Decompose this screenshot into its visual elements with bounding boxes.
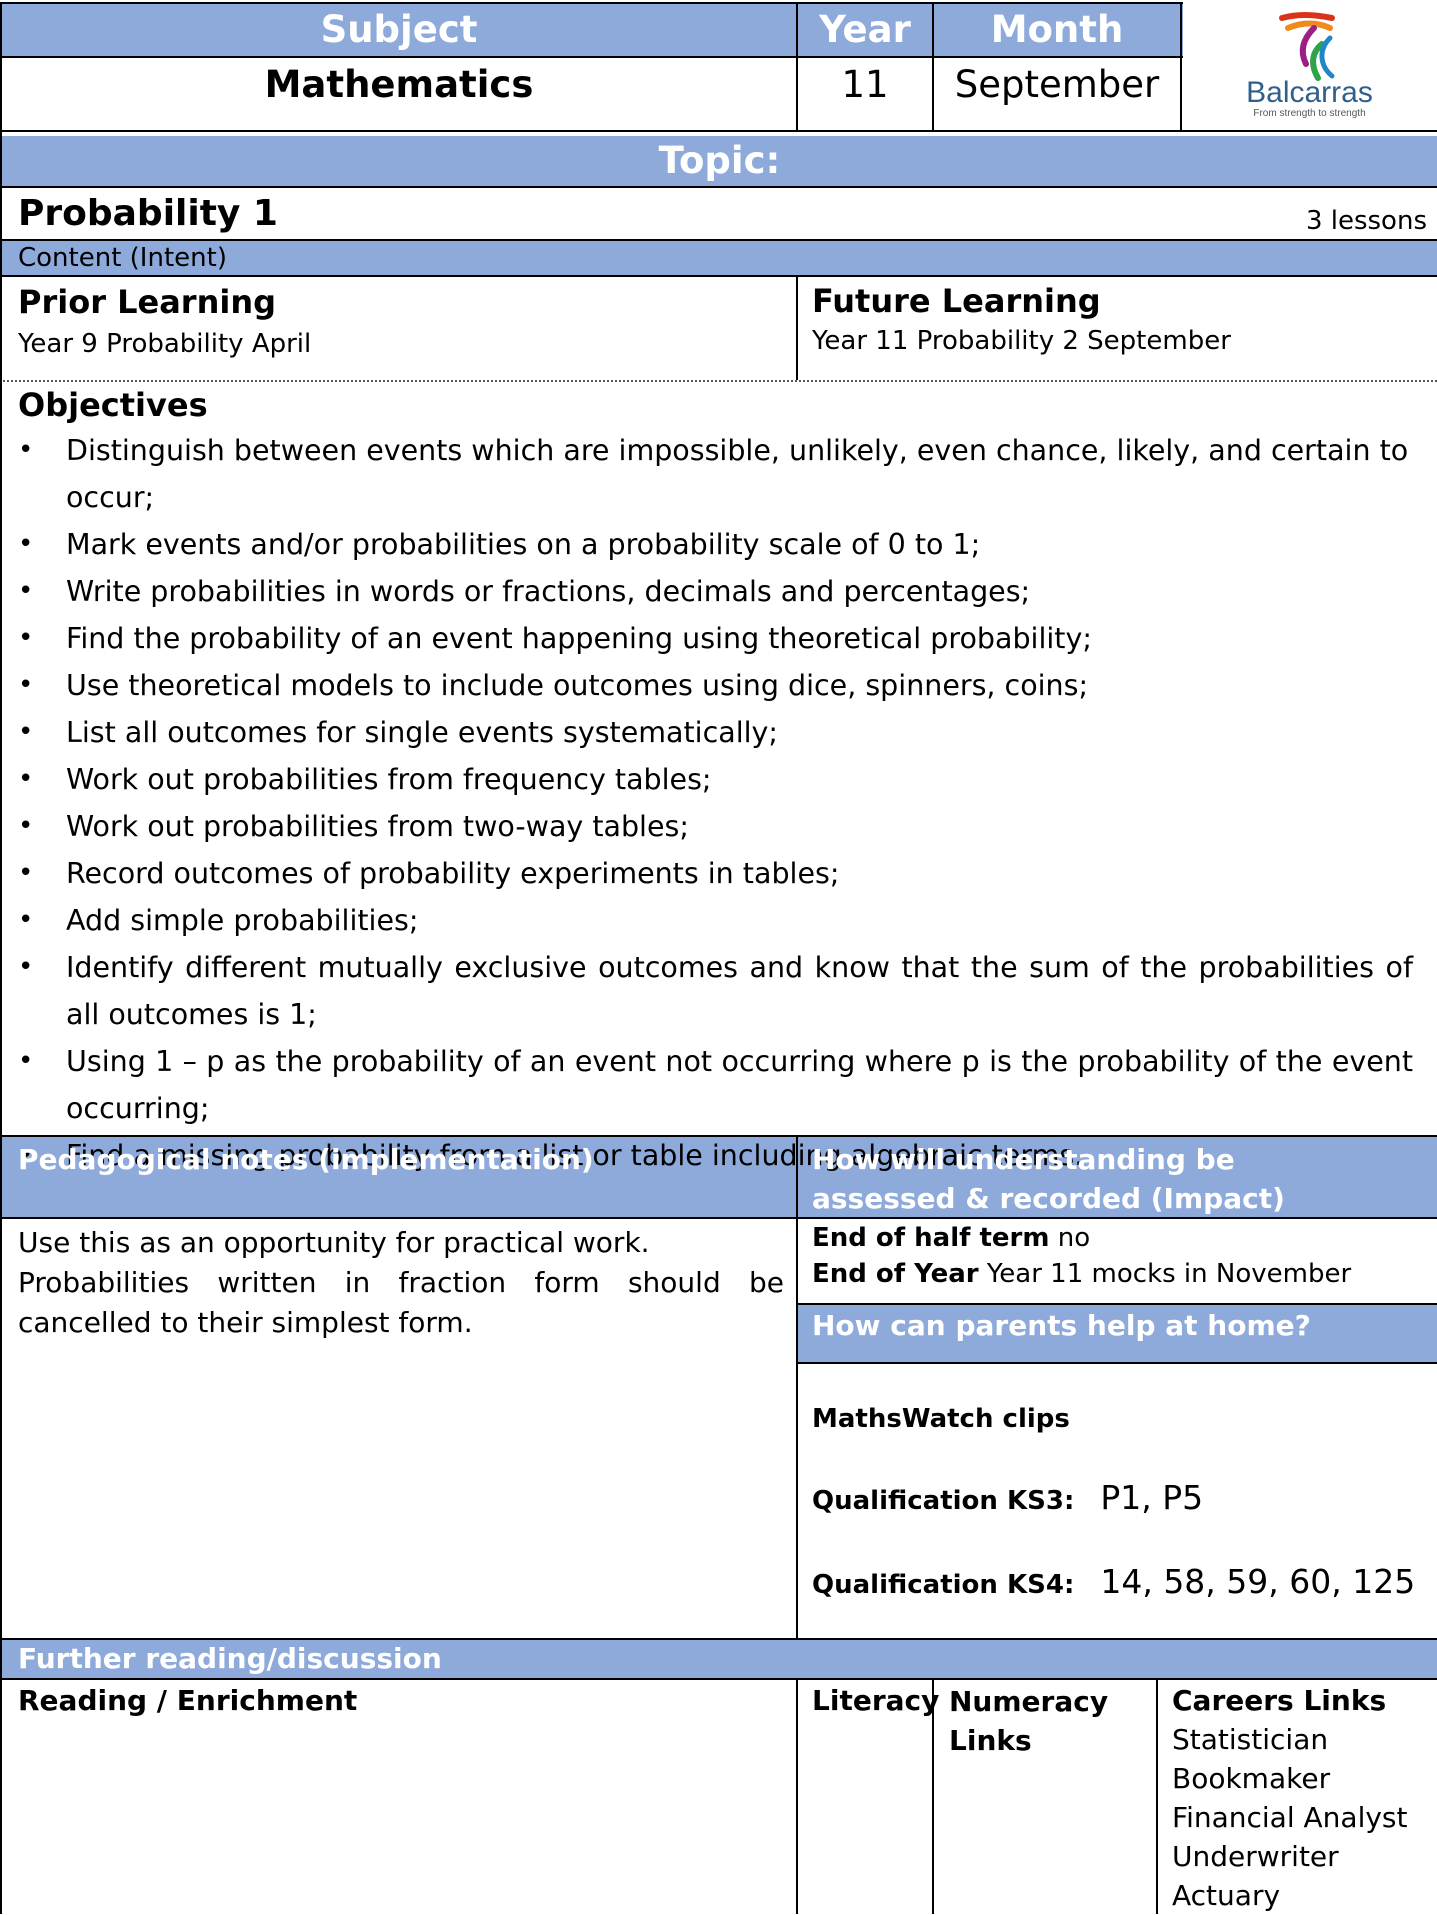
assessment-header: How will understanding be assessed & rec… [812, 1143, 1285, 1215]
reading-enrichment-label: Reading / Enrichment [18, 1684, 358, 1717]
logo-mark-icon [1279, 12, 1335, 81]
grid-line [0, 2, 2, 1914]
grid-line [797, 1303, 1437, 1305]
grid-line [0, 186, 1437, 188]
grid-line [797, 1362, 1437, 1364]
career-item: Actuary [1172, 1879, 1281, 1912]
content-intent-label: Content (Intent) [18, 243, 227, 273]
objective-item: List all outcomes for single events syst… [18, 709, 1413, 756]
careers-list: Statistician Bookmaker Financial Analyst… [1172, 1720, 1407, 1915]
career-item: Statistician [1172, 1723, 1329, 1756]
grid-line [796, 275, 798, 380]
career-item: Bookmaker [1172, 1762, 1331, 1795]
objective-item: Write probabilities in words or fraction… [18, 568, 1413, 615]
ks3-row: Qualification KS3: P1, P5 [812, 1476, 1203, 1526]
half-term-assessment: End of half term no [812, 1220, 1090, 1256]
ks4-label: Qualification KS4: [812, 1570, 1075, 1600]
ks4-clips: 14, 58, 59, 60, 125 [1100, 1562, 1416, 1601]
subject-header: Subject [320, 8, 478, 51]
grid-line [1156, 1678, 1158, 1914]
numeracy-links-label: Numeracy Links [949, 1685, 1109, 1757]
lesson-count: 3 lessons [1305, 206, 1427, 236]
prior-learning-label: Prior Learning [18, 283, 277, 321]
careers-links-label: Careers Links [1172, 1684, 1387, 1717]
future-learning-text: Year 11 Probability 2 September [812, 326, 1231, 356]
grid-line [796, 1135, 798, 1639]
objective-item: Mark events and/or probabilities on a pr… [18, 521, 1413, 568]
subject-value: Mathematics [264, 63, 534, 106]
year-header: Year [819, 8, 911, 51]
objectives-list: Distinguish between events which are imp… [18, 427, 1413, 1179]
objective-item: Identify different mutually exclusive ou… [18, 944, 1413, 1038]
further-reading-header: Further reading/discussion [18, 1642, 442, 1675]
ks3-label: Qualification KS3: [812, 1486, 1075, 1516]
ks3-clips: P1, P5 [1100, 1478, 1204, 1517]
ks4-row: Qualification KS4: 14, 58, 59, 60, 125 [812, 1560, 1415, 1610]
future-learning-label: Future Learning [812, 282, 1101, 320]
prior-learning-text: Year 9 Probability April [18, 329, 312, 359]
mathswatch-clips-label: MathsWatch clips [812, 1404, 1070, 1434]
school-logo: Balcarras From strength to strength [1182, 4, 1437, 128]
grid-line [0, 2, 1183, 4]
objectives-label: Objectives [18, 386, 208, 424]
dotted-divider [0, 380, 1437, 382]
pedagogy-header: Pedagogical notes (implementation) [18, 1143, 594, 1176]
literacy-label: Literacy [812, 1684, 940, 1717]
topic-title: Probability 1 [18, 193, 278, 234]
logo-name: Balcarras [1246, 76, 1373, 109]
career-item: Underwriter [1172, 1840, 1339, 1873]
objective-item: Distinguish between events which are imp… [18, 427, 1413, 521]
logo-tagline: From strength to strength [1253, 108, 1366, 119]
end-of-year-value: Year 11 mocks in November [986, 1259, 1352, 1289]
objective-item: Record outcomes of probability experimen… [18, 850, 1413, 897]
grid-line [0, 130, 1437, 132]
objective-item: Using 1 – p as the probability of an eve… [18, 1038, 1413, 1132]
month-header: Month [990, 8, 1124, 51]
half-term-label: End of half term [812, 1223, 1050, 1253]
parents-header: How can parents help at home? [812, 1309, 1311, 1342]
topic-label: Topic: [658, 139, 781, 182]
objective-item: Work out probabilities from frequency ta… [18, 756, 1413, 803]
end-of-year-assessment: End of Year Year 11 mocks in November [812, 1256, 1351, 1292]
grid-line [0, 1678, 1437, 1680]
pedagogy-note: Use this as an opportunity for practical… [18, 1226, 650, 1259]
objective-item: Add simple probabilities; [18, 897, 1413, 944]
half-term-value: no [1057, 1223, 1091, 1253]
career-item: Financial Analyst [1172, 1801, 1408, 1834]
objective-item: Use theoretical models to include outcom… [18, 662, 1413, 709]
grid-line [796, 1678, 798, 1914]
end-of-year-label: End of Year [812, 1259, 979, 1289]
objective-item: Find the probability of an event happeni… [18, 615, 1413, 662]
objective-item: Work out probabilities from two-way tabl… [18, 803, 1413, 850]
month-value: September [954, 63, 1160, 106]
grid-line [0, 56, 1183, 58]
year-value: 11 [841, 63, 889, 106]
pedagogy-note: Probabilities written in fraction form s… [18, 1266, 784, 1339]
